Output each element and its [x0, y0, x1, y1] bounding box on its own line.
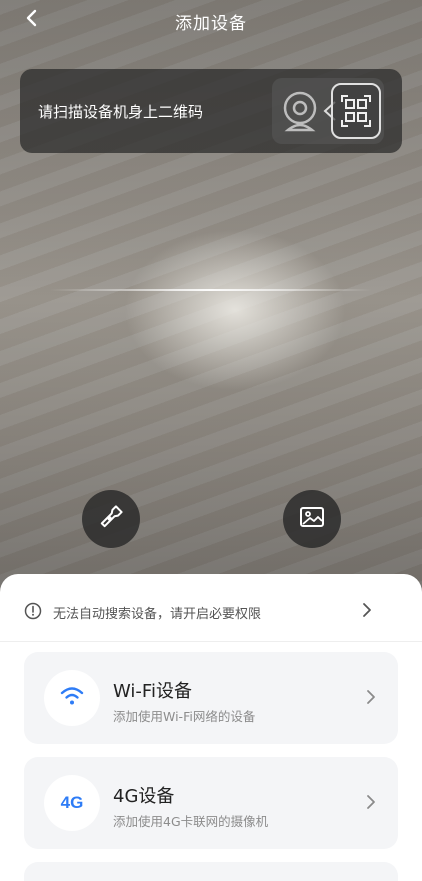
divider [0, 641, 422, 642]
image-gallery-icon [298, 504, 326, 534]
chevron-right-icon [366, 794, 376, 814]
device-icon-circle: 4G [44, 775, 100, 831]
device-type-4g[interactable]: 4G 4G设备 添加使用4G卡联网的摄像机 [24, 757, 398, 849]
flashlight-icon [98, 504, 124, 534]
scan-line [50, 289, 372, 291]
wifi-icon [59, 685, 85, 711]
device-type-card-partial[interactable] [24, 862, 398, 881]
device-icon-circle [44, 670, 100, 726]
chevron-right-icon [366, 689, 376, 709]
bottom-sheet: 无法自动搜索设备，请开启必要权限 Wi-Fi设备 添加使用Wi-Fi网络的设备 … [0, 574, 422, 881]
camera-device-icon [280, 90, 320, 136]
device-type-subtitle: 添加使用4G卡联网的摄像机 [113, 814, 269, 829]
scan-hint-card: 请扫描设备机身上二维码 [20, 69, 402, 153]
device-type-subtitle: 添加使用Wi-Fi网络的设备 [113, 709, 256, 724]
device-type-wifi[interactable]: Wi-Fi设备 添加使用Wi-Fi网络的设备 [24, 652, 398, 744]
permission-notice-text: 无法自动搜索设备，请开启必要权限 [53, 607, 262, 622]
chevron-right-icon [362, 602, 372, 622]
scan-hint-text: 请扫描设备机身上二维码 [38, 103, 204, 121]
qr-code-icon [330, 82, 382, 144]
scan-hint-illustration [272, 78, 384, 144]
gallery-button[interactable] [283, 490, 341, 548]
device-type-title: Wi-Fi设备 [113, 681, 192, 702]
4g-icon: 4G [60, 793, 84, 812]
info-circle-icon [24, 602, 42, 624]
flashlight-button[interactable] [82, 490, 140, 548]
page-title: 添加设备 [175, 14, 247, 34]
permission-notice[interactable]: 无法自动搜索设备，请开启必要权限 [0, 594, 422, 628]
top-bar: 添加设备 [0, 0, 422, 44]
device-type-title: 4G设备 [113, 786, 175, 807]
